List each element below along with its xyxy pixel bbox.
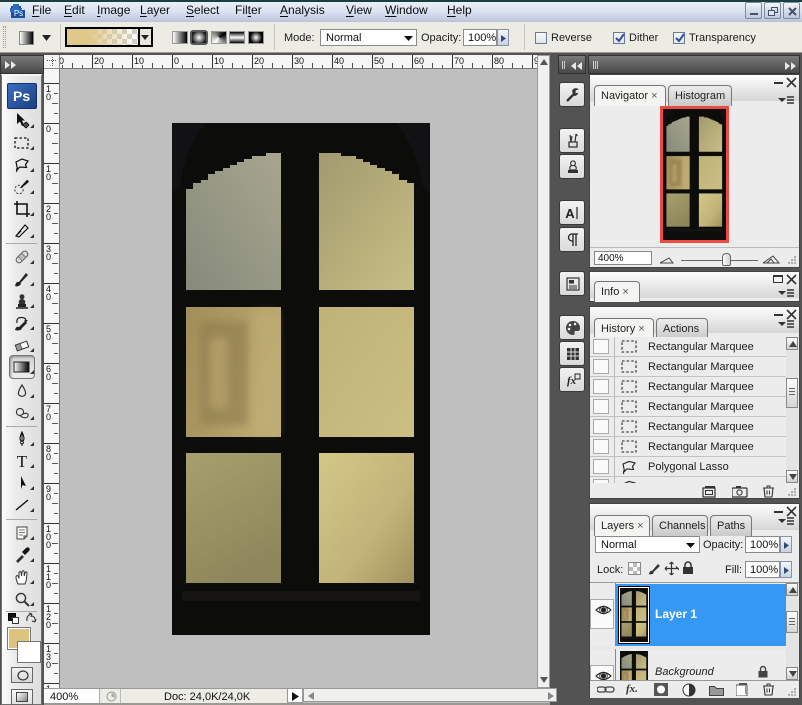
svg-text:T: T <box>17 452 28 470</box>
svg-text:Ps: Ps <box>14 9 23 18</box>
svg-text:A: A <box>565 206 575 221</box>
